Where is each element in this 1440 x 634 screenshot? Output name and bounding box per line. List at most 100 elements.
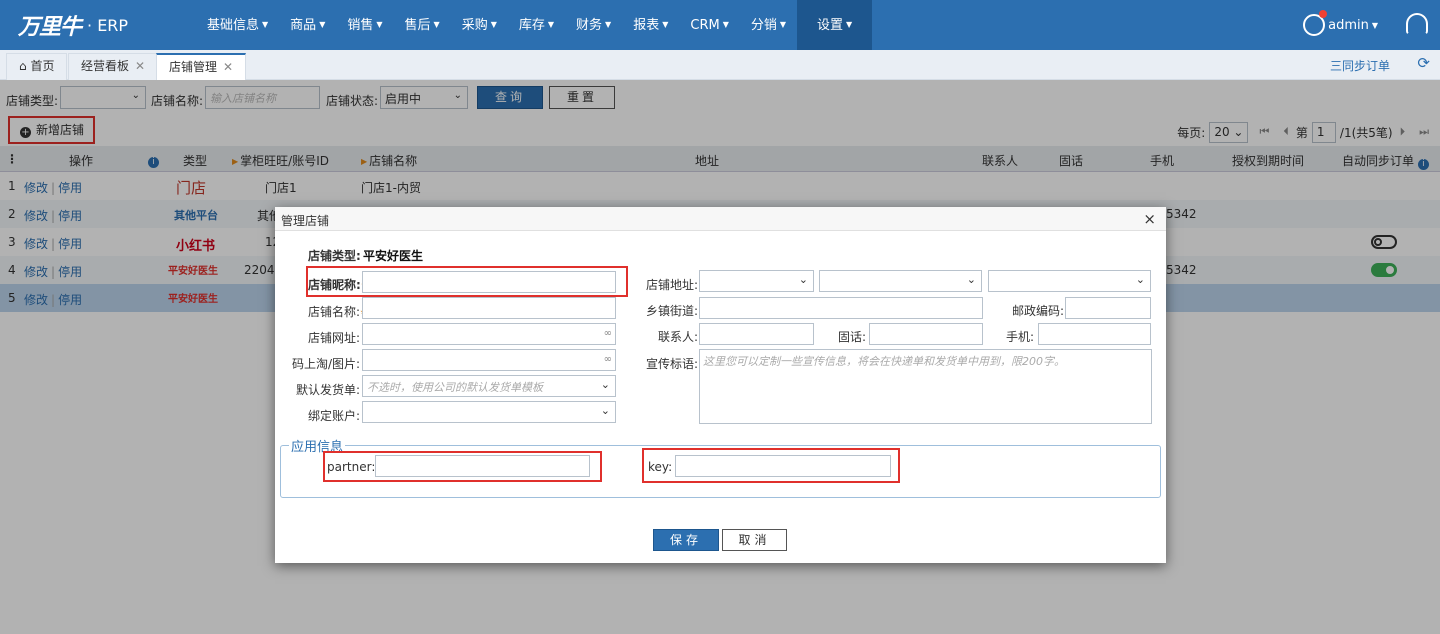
notification-dot xyxy=(1319,10,1328,18)
close-icon[interactable]: ✕ xyxy=(223,60,233,74)
tab-dashboard[interactable]: 经营看板 ✕ xyxy=(68,53,159,80)
link-icon: ∞ xyxy=(603,328,612,339)
headset-icon[interactable] xyxy=(1406,13,1428,35)
highlight-box xyxy=(306,266,628,297)
menu-label: 库存 xyxy=(518,18,545,33)
menu-sales[interactable]: 销售 ▼ xyxy=(336,0,393,50)
close-icon[interactable]: ✕ xyxy=(135,59,145,73)
home-icon: ⌂ xyxy=(19,59,27,73)
default-ship-label: 默认发货单: xyxy=(296,383,361,397)
tab-bar: ⌂ 首页 经营看板 ✕ 店铺管理 ✕ xyxy=(0,50,1440,80)
chevron-down-icon: ⌄ xyxy=(600,378,610,391)
menu-label: 设置 xyxy=(817,18,844,33)
caret-down-icon: ▼ xyxy=(319,20,326,29)
user-menu[interactable]: admin ▼ xyxy=(1303,0,1378,50)
district-select[interactable]: ⌄ xyxy=(988,270,1151,292)
store-type-label: 店铺类型: xyxy=(308,249,361,263)
link-icon: ∞ xyxy=(603,354,612,365)
bind-account-label: 绑定账户: xyxy=(308,409,361,423)
manage-store-dialog: 管理店铺 × 店铺类型: 平安好医生 店铺昵称:★ 店铺名称:★ 店铺网址: ∞… xyxy=(275,207,1166,563)
menu-reports[interactable]: 报表 ▼ xyxy=(622,0,679,50)
caret-down-icon: ▼ xyxy=(433,20,440,29)
postcode-label: 邮政编码: xyxy=(1012,304,1065,318)
chevron-down-icon: ⌄ xyxy=(966,273,976,286)
dialog-title-bar: 管理店铺 × xyxy=(275,207,1166,231)
slogan-textarea[interactable]: 这里您可以定制一些宣传信息，将会在快递单和发货单中用到，限200字。 xyxy=(699,349,1152,424)
select-placeholder: 不选时，使用公司的默认发货单模板 xyxy=(367,381,543,394)
label-text: 店铺名称: xyxy=(308,305,361,319)
brand-logo: 万里牛 xyxy=(18,14,82,40)
chevron-down-icon: ⌄ xyxy=(798,273,808,286)
sync-orders-link[interactable]: 三同步订单 xyxy=(1330,57,1390,74)
cancel-button[interactable]: 取消 xyxy=(722,529,787,551)
postcode-input[interactable] xyxy=(1065,297,1151,319)
menu-crm[interactable]: CRM ▼ xyxy=(679,0,739,50)
contact-label: 联系人: xyxy=(658,330,699,344)
tab-label: 店铺管理 xyxy=(169,60,218,74)
mobile-input[interactable] xyxy=(1038,323,1151,345)
store-address-label: 店铺地址: xyxy=(646,278,699,292)
caret-down-icon: ▼ xyxy=(662,20,669,29)
menu-label: 基础信息 xyxy=(207,18,260,33)
menu-purchase[interactable]: 采购 ▼ xyxy=(451,0,508,50)
top-nav: 万里牛 · ERP 基础信息 ▼ 商品 ▼ 销售 ▼ 售后 ▼ 采购 ▼ 库存 ▼ 财务 ▼ … xyxy=(0,0,1440,50)
menu-label: 财务 xyxy=(576,18,603,33)
menu-label: 商品 xyxy=(290,18,317,33)
menu-label: 采购 xyxy=(461,18,488,33)
menu-goods[interactable]: 商品 ▼ xyxy=(279,0,336,50)
bind-account-select[interactable]: ⌄ xyxy=(362,401,616,423)
province-select[interactable]: ⌄ xyxy=(699,270,814,292)
menu-basic-info[interactable]: 基础信息 ▼ xyxy=(196,0,279,50)
caret-down-icon: ▼ xyxy=(779,20,787,29)
caret-down-icon: ▼ xyxy=(547,20,555,29)
caret-down-icon: ▼ xyxy=(376,20,383,29)
close-icon[interactable]: × xyxy=(1143,210,1156,228)
save-button[interactable]: 保存 xyxy=(653,529,719,551)
tab-store-management[interactable]: 店铺管理 ✕ xyxy=(156,53,247,80)
highlight-box xyxy=(323,451,602,482)
store-type-value: 平安好医生 xyxy=(363,249,424,263)
dialog-title: 管理店铺 xyxy=(281,214,330,228)
city-select[interactable]: ⌄ xyxy=(819,270,982,292)
tab-home[interactable]: ⌂ 首页 xyxy=(6,53,68,80)
chevron-down-icon: ⌄ xyxy=(600,404,610,417)
caret-down-icon: ▼ xyxy=(846,20,853,29)
main-menu: 基础信息 ▼ 商品 ▼ 销售 ▼ 售后 ▼ 采购 ▼ 库存 ▼ 财务 ▼ 报表 ▼ CRM ▼ 分… xyxy=(196,0,873,50)
menu-finance[interactable]: 财务 ▼ xyxy=(565,0,622,50)
qr-image-input[interactable]: ∞ xyxy=(362,349,616,371)
tel-label: 固话: xyxy=(838,330,867,344)
store-url-input[interactable]: ∞ xyxy=(362,323,616,345)
caret-down-icon: ▼ xyxy=(1371,20,1378,30)
user-avatar-icon xyxy=(1303,10,1328,36)
caret-down-icon: ▼ xyxy=(262,20,269,29)
slogan-label: 宣传标语: xyxy=(646,357,699,371)
tel-input[interactable] xyxy=(869,323,983,345)
default-ship-select[interactable]: 不选时，使用公司的默认发货单模板 ⌄ xyxy=(362,375,616,397)
highlight-box xyxy=(642,448,900,483)
menu-distribution[interactable]: 分销 ▼ xyxy=(740,0,797,50)
contact-input[interactable] xyxy=(699,323,814,345)
menu-label: 销售 xyxy=(347,18,374,33)
menu-inventory[interactable]: 库存 ▼ xyxy=(508,0,565,50)
menu-label: 报表 xyxy=(633,18,660,33)
username: admin xyxy=(1328,17,1369,33)
erp-label: · ERP xyxy=(87,15,129,35)
chevron-down-icon: ⌄ xyxy=(1135,273,1145,286)
menu-label: 售后 xyxy=(404,18,431,33)
store-name-label: 店铺名称:★ xyxy=(308,303,366,320)
menu-label: 分销 xyxy=(750,18,777,33)
store-name-input[interactable] xyxy=(362,297,616,319)
caret-down-icon: ▼ xyxy=(490,20,497,29)
tab-label: 经营看板 xyxy=(81,59,130,73)
menu-aftersale[interactable]: 售后 ▼ xyxy=(394,0,451,50)
qr-image-label: 码上淘/图片: xyxy=(292,357,361,371)
refresh-icon[interactable]: ⟳ xyxy=(1417,54,1430,72)
caret-down-icon: ▼ xyxy=(722,20,729,29)
store-url-label: 店铺网址: xyxy=(308,331,361,345)
street-label: 乡镇街道: xyxy=(646,304,699,318)
menu-settings[interactable]: 设置 ▼ xyxy=(797,0,873,50)
menu-label: CRM xyxy=(690,18,720,33)
logo: 万里牛 · ERP xyxy=(0,0,196,50)
caret-down-icon: ▼ xyxy=(605,20,612,29)
street-input[interactable] xyxy=(699,297,983,319)
